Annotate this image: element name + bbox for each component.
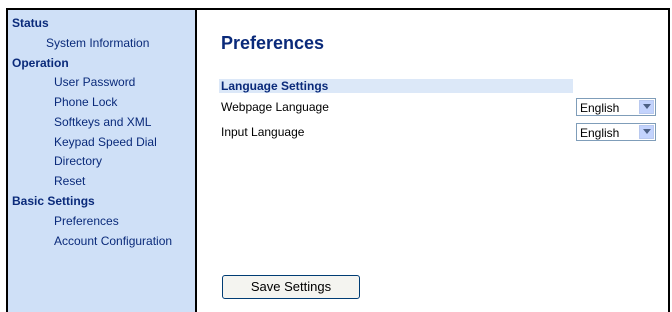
sidebar-item-keypad-speed-dial[interactable]: Keypad Speed Dial [54,135,157,149]
sidebar-section-status[interactable]: Status [12,16,49,30]
sidebar-item-preferences[interactable]: Preferences [54,214,119,228]
sidebar-item-account-configuration[interactable]: Account Configuration [54,234,172,248]
sidebar-item-user-password[interactable]: User Password [54,75,135,89]
section-title: Language Settings [221,79,329,93]
sidebar-item-phone-lock[interactable]: Phone Lock [54,95,117,109]
sidebar-item-softkeys-and-xml[interactable]: Softkeys and XML [54,115,151,129]
input-language-value: English [580,126,620,140]
sidebar-section-operation[interactable]: Operation [12,56,69,70]
sidebar-item-reset[interactable]: Reset [54,174,85,188]
webpage-language-label: Webpage Language [221,100,329,114]
chevron-down-icon[interactable] [639,125,654,139]
chevron-down-icon[interactable] [639,100,654,114]
webpage-language-select[interactable]: English [576,98,656,116]
input-language-label: Input Language [221,125,305,139]
sidebar-nav: Status System Information Operation User… [8,10,197,312]
webpage-language-value: English [580,101,620,115]
save-settings-button[interactable]: Save Settings [222,275,360,299]
sidebar-item-system-information[interactable]: System Information [46,36,149,50]
input-language-select[interactable]: English [576,123,656,141]
sidebar-item-directory[interactable]: Directory [54,154,102,168]
page-title: Preferences [221,33,325,53]
sidebar-section-basic-settings[interactable]: Basic Settings [12,194,95,208]
